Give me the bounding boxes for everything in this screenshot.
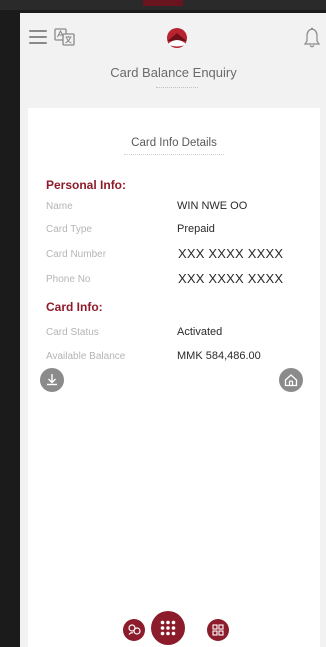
bottom-nav <box>20 611 326 647</box>
card-number-label: Card Number <box>46 249 107 260</box>
bell-icon[interactable] <box>303 27 321 49</box>
nav-qr-button[interactable] <box>207 619 229 641</box>
hamburger-line <box>29 42 47 44</box>
nav-people-button[interactable] <box>123 619 145 641</box>
nav-keypad-button[interactable] <box>151 611 185 645</box>
translate-icon[interactable] <box>54 28 76 46</box>
card-type-label: Card Type <box>46 224 92 235</box>
card-info-heading: Card Info: <box>46 300 103 314</box>
name-value: WIN NWE OO <box>177 200 248 212</box>
page-title: Card Balance Enquiry <box>110 65 237 80</box>
home-icon <box>284 374 298 387</box>
app-header: Card Balance Enquiry <box>20 13 326 108</box>
status-strip <box>0 0 326 10</box>
hamburger-icon[interactable] <box>29 30 47 44</box>
personal-info-heading: Personal Info: <box>46 178 127 192</box>
card-status-value: Activated <box>177 326 223 338</box>
card-type-value: Prepaid <box>177 223 215 235</box>
download-button[interactable] <box>40 368 64 392</box>
hamburger-line <box>29 36 47 38</box>
card-info-panel: Card Info Details Personal Info: Name WI… <box>28 108 320 647</box>
people-icon <box>128 624 141 635</box>
card-number-value: XXX XXXX XXXX <box>178 246 284 261</box>
phone-no-value: XXX XXXX XXXX <box>178 271 284 286</box>
keypad-icon <box>160 620 176 636</box>
status-strip-accent <box>143 0 183 6</box>
available-balance-label: Available Balance <box>46 351 126 362</box>
available-balance-value: MMK 584,486.00 <box>177 350 261 362</box>
bank-logo-icon <box>165 27 189 49</box>
hamburger-line <box>29 30 47 32</box>
title-divider <box>156 87 198 90</box>
phone-no-label: Phone No <box>46 274 91 285</box>
name-label: Name <box>46 201 73 212</box>
card-info-title: Card Info Details <box>131 137 217 149</box>
download-icon <box>47 374 57 386</box>
card-title-divider <box>124 154 224 157</box>
home-button[interactable] <box>279 368 303 392</box>
app-screen: Card Balance Enquiry Card Info Details P… <box>20 13 326 647</box>
qr-scan-icon <box>212 624 224 636</box>
card-status-label: Card Status <box>46 327 99 338</box>
device-frame: Card Balance Enquiry Card Info Details P… <box>0 0 326 647</box>
